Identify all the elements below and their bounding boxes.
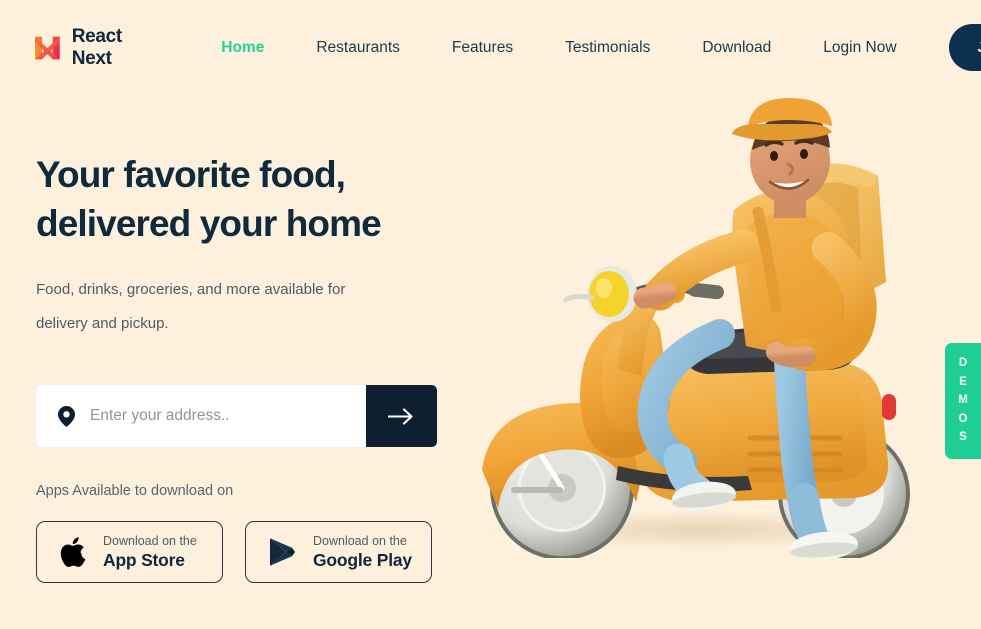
search-submit-button[interactable] (366, 385, 437, 447)
google-play-button[interactable]: Download on the Google Play (245, 521, 432, 583)
join-free-button[interactable]: Join Free (948, 24, 981, 71)
app-store-button[interactable]: Download on the App Store (36, 521, 223, 583)
app-store-big-label: App Store (103, 550, 185, 570)
address-search-row (36, 385, 437, 447)
demos-letter-d: D (958, 357, 968, 370)
brand-name: React Next (71, 25, 123, 69)
demos-letter-e: E (959, 375, 967, 388)
app-store-text: Download on the App Store (103, 533, 197, 570)
demos-letter-m: M (958, 394, 968, 407)
headline-line-2: delivered your home (36, 203, 382, 244)
hero-illustration (452, 98, 962, 558)
m-logo-icon (35, 36, 60, 59)
nav-link-home[interactable]: Home (195, 39, 290, 57)
app-store-small-label: Download on the (103, 533, 197, 548)
demos-tab[interactable]: D E M O S (945, 343, 981, 459)
address-search-box (36, 385, 366, 447)
scooter-courier-illustration (482, 98, 917, 558)
nav-link-features[interactable]: Features (426, 39, 539, 57)
top-navigation: React Next Home Restaurants Features Tes… (0, 0, 981, 95)
apps-available-label: Apps Available to download on (36, 483, 234, 499)
hero-subtext: Food, drinks, groceries, and more availa… (36, 273, 456, 341)
nav-link-restaurants[interactable]: Restaurants (290, 39, 426, 57)
search-input[interactable] (90, 407, 366, 425)
nav-links: Home Restaurants Features Testimonials D… (195, 39, 922, 57)
subtext-line-1: Food, drinks, groceries, and more availa… (36, 281, 346, 298)
google-play-small-label: Download on the (313, 533, 407, 548)
subtext-line-2: delivery and pickup. (36, 315, 169, 332)
google-play-big-label: Google Play (313, 550, 412, 570)
page-title: Your favorite food, delivered your home (36, 150, 456, 248)
hero-content: Your favorite food, delivered your home … (36, 150, 456, 583)
google-play-text: Download on the Google Play (313, 533, 412, 570)
nav-link-login-now[interactable]: Login Now (797, 39, 922, 57)
location-pin-icon (58, 405, 75, 427)
headline-line-1: Your favorite food, (36, 154, 346, 195)
store-buttons: Download on the App Store Download on th… (36, 521, 456, 583)
nav-link-download[interactable]: Download (676, 39, 797, 57)
arrow-right-icon (388, 407, 413, 425)
nav-link-testimonials[interactable]: Testimonials (539, 39, 676, 57)
google-play-icon (270, 538, 295, 566)
apple-icon (60, 537, 86, 567)
demos-letter-o: O (958, 412, 968, 425)
demos-letter-s: S (959, 431, 967, 444)
hero-page: React Next Home Restaurants Features Tes… (0, 0, 981, 629)
brand-logo[interactable]: React Next (34, 26, 135, 70)
